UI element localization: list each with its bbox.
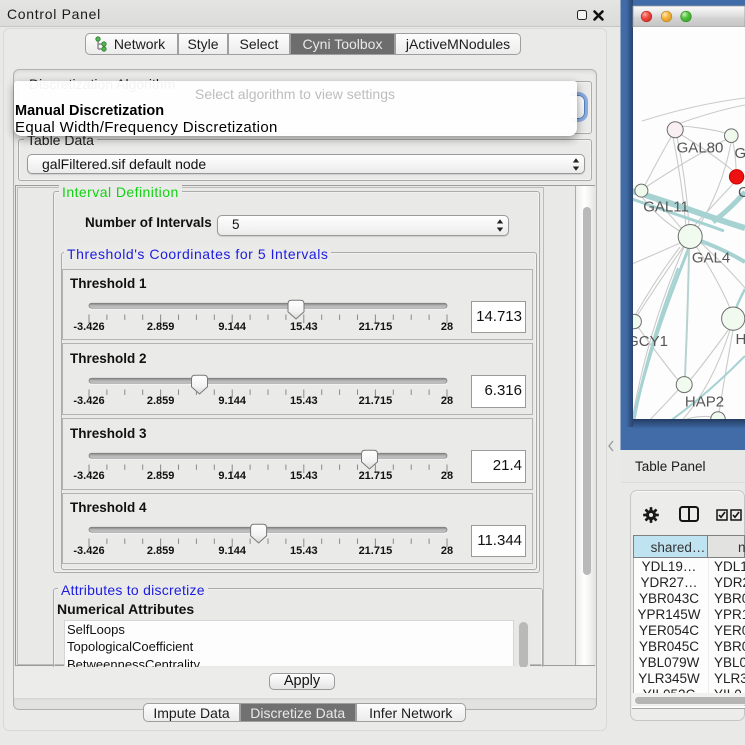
svg-text:GA: GA: [735, 145, 745, 162]
svg-text:HAP2: HAP2: [685, 394, 724, 411]
svg-text:GAL11: GAL11: [643, 199, 689, 216]
svg-text:GAL4: GAL4: [692, 250, 730, 267]
svg-text:C: C: [738, 184, 745, 201]
svg-text:GAL80: GAL80: [677, 140, 724, 157]
svg-text:HI: HI: [736, 331, 745, 348]
svg-text:GCY1: GCY1: [627, 333, 668, 350]
